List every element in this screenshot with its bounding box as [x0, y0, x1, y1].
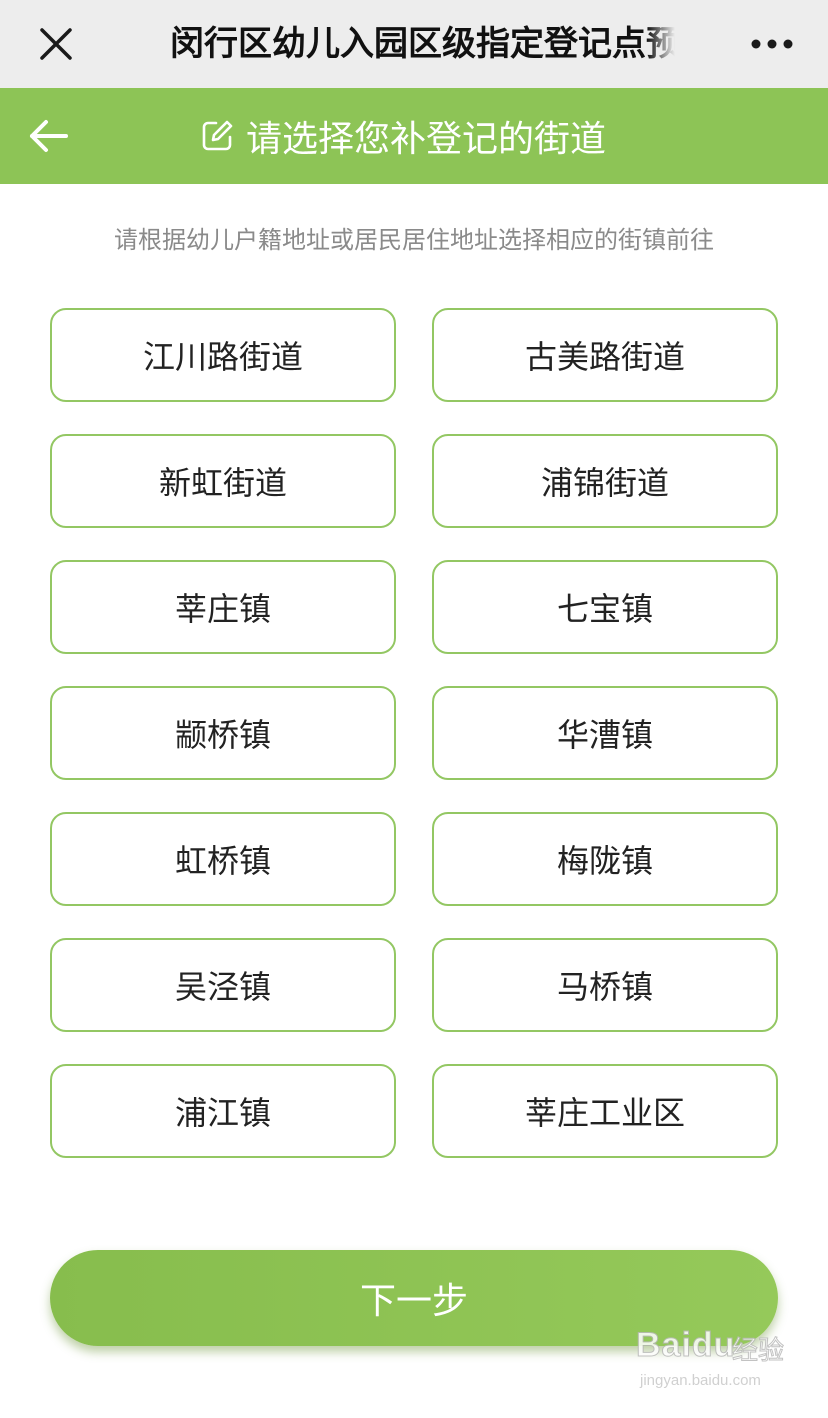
next-step-label: 下一步: [359, 1281, 468, 1322]
option-pujiang-town[interactable]: 浦江镇: [50, 1064, 396, 1158]
option-wujing-town[interactable]: 吴泾镇: [50, 938, 396, 1032]
watermark-brand: Baidu: [635, 1326, 736, 1365]
more-icon[interactable]: [748, 28, 796, 60]
page-title: 请选择您补登记的街道: [246, 119, 607, 160]
option-zhuanqiao-town[interactable]: 颛桥镇: [50, 686, 396, 780]
option-jiangchuan-road[interactable]: 江川路街道: [50, 308, 396, 402]
title-fade: [647, 20, 675, 68]
instruction-text: 请根据幼儿户籍地址或居民居住地址选择相应的街镇前往: [114, 226, 714, 254]
back-arrow-icon[interactable]: [26, 114, 72, 158]
option-xinzhuang-town[interactable]: 莘庄镇: [50, 560, 396, 654]
window-title-text: 闵行区幼儿入园区级指定登记点预: [170, 24, 675, 64]
window-title: 闵行区幼儿入园区级指定登记点预: [170, 20, 675, 68]
edit-icon: [202, 120, 233, 151]
option-gumei-road[interactable]: 古美路街道: [432, 308, 778, 402]
page-heading: 请选择您补登记的街道: [200, 112, 606, 160]
watermark-brand-cn: 经验: [731, 1336, 785, 1367]
option-maqiao-town[interactable]: 马桥镇: [432, 938, 778, 1032]
page-header: 请选择您补登记的街道: [0, 88, 828, 184]
option-meilong-town[interactable]: 梅陇镇: [432, 812, 778, 906]
watermark-url: jingyan.baidu.com: [640, 1372, 761, 1389]
street-options: 江川路街道 古美路街道 新虹街道 浦锦街道 莘庄镇 七宝镇 颛桥镇 华漕镇 虹桥…: [50, 308, 778, 1158]
option-hongqiao-town[interactable]: 虹桥镇: [50, 812, 396, 906]
option-huacao-town[interactable]: 华漕镇: [432, 686, 778, 780]
option-xinhong[interactable]: 新虹街道: [50, 434, 396, 528]
watermark: Baidu 经验 jingyan.baidu.com: [628, 1326, 788, 1396]
option-pujin[interactable]: 浦锦街道: [432, 434, 778, 528]
option-xinzhuang-industrial-zone[interactable]: 莘庄工业区: [432, 1064, 778, 1158]
close-icon[interactable]: [36, 24, 76, 64]
option-qibao-town[interactable]: 七宝镇: [432, 560, 778, 654]
title-bar: 闵行区幼儿入园区级指定登记点预: [0, 0, 828, 88]
